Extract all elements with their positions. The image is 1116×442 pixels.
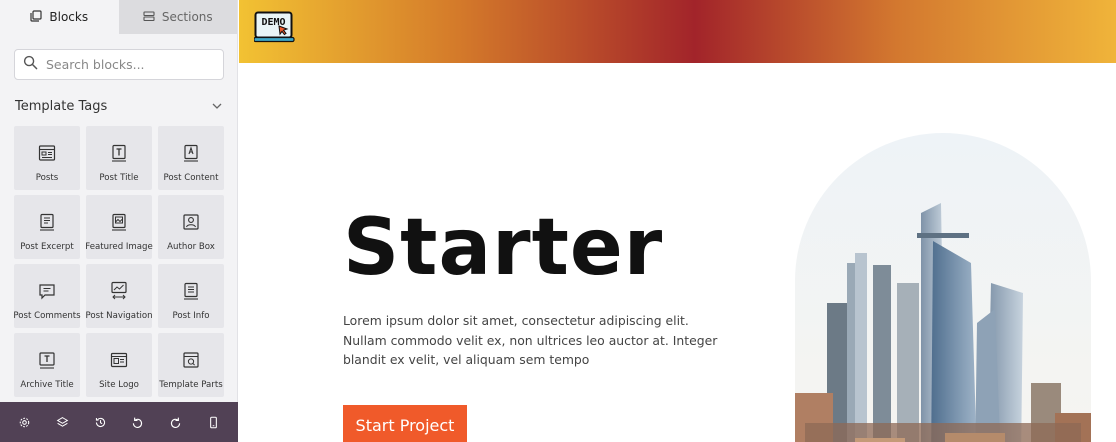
sections-icon — [143, 10, 155, 25]
search-input[interactable] — [46, 57, 216, 72]
block-label: Posts — [35, 173, 59, 183]
block-post-content[interactable]: Post Content — [158, 126, 224, 190]
template-tags-header[interactable]: Template Tags — [15, 97, 223, 115]
sidebar-footer-toolbar — [0, 402, 238, 442]
tab-blocks-label: Blocks — [49, 10, 89, 24]
block-label: Post Excerpt — [20, 242, 74, 252]
block-post-title[interactable]: Post Title — [86, 126, 152, 190]
block-label: Post Navigation — [85, 311, 153, 321]
settings-icon[interactable] — [14, 411, 36, 433]
block-post-comments[interactable]: Post Comments — [13, 264, 81, 328]
template-parts-icon — [181, 350, 201, 370]
search-icon — [23, 55, 38, 74]
sidebar-tabs: Blocks Sections — [0, 0, 237, 34]
block-label: Author Box — [167, 242, 215, 252]
tab-sections-label: Sections — [161, 10, 213, 24]
block-author-box[interactable]: Author Box — [158, 195, 224, 259]
block-label: Post Title — [99, 173, 139, 183]
archive-title-icon — [37, 350, 57, 370]
post-info-icon — [181, 281, 201, 301]
page-canvas: Starter Lorem ipsum dolor sit amet, cons… — [239, 63, 1116, 442]
start-project-button[interactable]: Start Project — [343, 405, 467, 442]
block-label: Archive Title — [20, 380, 74, 390]
block-post-info[interactable]: Post Info — [158, 264, 224, 328]
site-logo[interactable]: DEMO — [253, 11, 296, 44]
post-navigation-icon — [109, 281, 129, 301]
section-title: Template Tags — [15, 98, 108, 114]
undo-icon[interactable] — [127, 411, 149, 433]
block-archive-title[interactable]: Archive Title — [14, 333, 80, 397]
chevron-down-icon[interactable] — [211, 97, 223, 116]
redo-icon[interactable] — [164, 411, 186, 433]
block-label: Post Comments — [13, 311, 81, 321]
post-title-icon — [109, 143, 129, 163]
block-label: Post Info — [172, 311, 210, 321]
posts-icon — [37, 143, 57, 163]
block-label: Site Logo — [99, 380, 139, 390]
block-posts[interactable]: Posts — [14, 126, 80, 190]
post-excerpt-icon — [37, 212, 57, 232]
layers-icon[interactable] — [51, 411, 73, 433]
hero-description: Lorem ipsum dolor sit amet, consectetur … — [343, 313, 718, 367]
featured-image-icon — [109, 212, 129, 232]
tab-sections[interactable]: Sections — [118, 0, 237, 34]
mobile-preview-icon[interactable] — [202, 411, 224, 433]
blocks-icon — [30, 9, 42, 25]
hero-city-image — [795, 133, 1091, 442]
block-label: Post Content — [163, 173, 219, 183]
page-builder-app: Blocks Sections Template Tags — [0, 0, 1116, 442]
block-label: Featured Image — [85, 242, 153, 252]
site-header: DEMO — [239, 0, 1116, 63]
block-featured-image[interactable]: Featured Image — [85, 195, 153, 259]
blocks-grid: Posts Post Title Post Content Post Excer… — [13, 126, 224, 397]
author-box-icon — [181, 212, 201, 232]
block-label: Template Parts — [159, 380, 223, 390]
hero-title: Starter — [343, 203, 664, 293]
post-comments-icon — [37, 281, 57, 301]
site-logo-icon — [109, 350, 129, 370]
history-icon[interactable] — [89, 411, 111, 433]
blocks-sidebar: Blocks Sections Template Tags — [0, 0, 238, 442]
tab-blocks[interactable]: Blocks — [0, 0, 119, 34]
block-site-logo[interactable]: Site Logo — [86, 333, 152, 397]
block-post-excerpt[interactable]: Post Excerpt — [14, 195, 80, 259]
post-content-icon — [181, 143, 201, 163]
search-box[interactable] — [14, 49, 224, 80]
logo-text: DEMO — [261, 17, 285, 28]
block-post-navigation[interactable]: Post Navigation — [85, 264, 153, 328]
block-template-parts[interactable]: Template Parts — [158, 333, 224, 397]
